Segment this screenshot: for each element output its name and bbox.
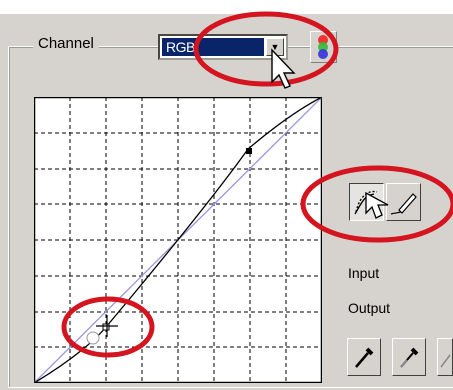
rgb-channels-icon-button[interactable] <box>310 31 337 63</box>
curve-graph[interactable] <box>33 96 323 384</box>
channel-select-value: RGB <box>162 38 264 56</box>
curve-tool-button[interactable] <box>349 183 384 221</box>
gray-point-eyedropper-button[interactable] <box>392 338 426 376</box>
white-point-eyedropper-button[interactable] <box>437 338 453 376</box>
channel-select[interactable]: RGB ▼ <box>158 34 288 60</box>
chevron-down-icon[interactable]: ▼ <box>266 38 284 56</box>
curve-tool-icon <box>354 190 378 215</box>
eyedropper-icon <box>440 354 451 368</box>
channel-label: Channel <box>33 35 99 52</box>
output-label: Output <box>348 300 391 316</box>
eyedropper-icon <box>355 347 374 368</box>
curve-control-point <box>86 331 100 345</box>
input-label: Input <box>348 265 380 281</box>
pencil-tool-icon <box>390 193 417 215</box>
eyedropper-icon <box>400 347 419 368</box>
curve-control-point <box>246 148 252 154</box>
curve-control-point <box>102 323 110 331</box>
rgb-channels-icon <box>318 35 328 59</box>
black-point-eyedropper-button[interactable] <box>347 338 381 376</box>
pencil-tool-button[interactable] <box>386 183 421 221</box>
